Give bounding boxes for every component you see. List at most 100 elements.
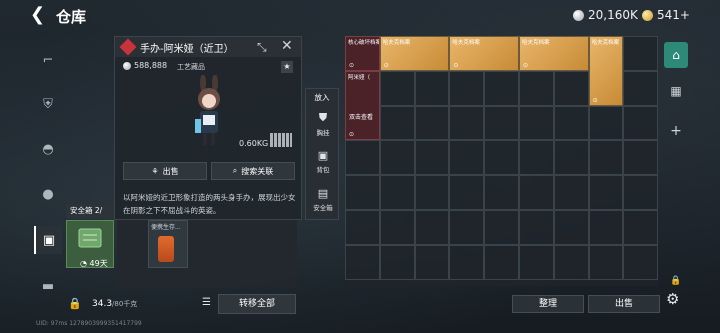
- add-tab-icon[interactable]: +: [664, 118, 688, 144]
- grid-cell[interactable]: [553, 140, 589, 176]
- grid-cell[interactable]: [484, 105, 519, 141]
- put-safebox-button[interactable]: ▤ 安全箱: [306, 187, 340, 212]
- grid-cell[interactable]: [588, 244, 624, 280]
- grid-cell[interactable]: [414, 70, 450, 106]
- grid-cell[interactable]: [449, 210, 485, 245]
- collapse-icon[interactable]: ⤡: [257, 40, 267, 55]
- put-in-title: 放入: [314, 93, 330, 102]
- tag-icon: ⊙: [349, 131, 355, 139]
- transfer-all-button[interactable]: 转移全部: [218, 294, 296, 314]
- grid-cell[interactable]: [379, 244, 415, 280]
- warehouse-item[interactable]: 哈夫克档案 ⊙: [379, 36, 450, 71]
- lock-icon: 🔒: [68, 297, 82, 310]
- item-name: 手办-阿米娅（近卫）: [140, 43, 234, 55]
- grid-cell[interactable]: [345, 244, 380, 280]
- grid-cell[interactable]: [484, 140, 519, 176]
- grid-cell[interactable]: [414, 210, 450, 245]
- safebox-timer: ◔ 49天: [80, 259, 108, 268]
- safebox-header: 安全箱 2/: [66, 204, 116, 218]
- helmet-icon[interactable]: ◓: [34, 135, 62, 163]
- tag-icon: ⊙: [453, 61, 459, 69]
- warehouse-item[interactable]: 核心破坏档案 ⊙: [345, 36, 380, 71]
- filter-tab-icon[interactable]: ▦: [664, 78, 688, 104]
- grid-cell[interactable]: [623, 70, 659, 106]
- gear-icon[interactable]: ⚙: [666, 290, 679, 308]
- grid-cell[interactable]: [449, 70, 485, 106]
- grid-cell[interactable]: [588, 210, 624, 245]
- grid-cell[interactable]: [623, 244, 659, 280]
- warehouse-sell-button[interactable]: 出售: [588, 295, 660, 313]
- grid-cell[interactable]: [588, 140, 624, 176]
- tag-icon: ⊙: [592, 96, 598, 104]
- favorite-star-icon[interactable]: ★: [281, 61, 293, 73]
- put-backpack-button[interactable]: ▣ 背包: [306, 149, 340, 174]
- item-price: 588,888: [123, 61, 167, 70]
- warehouse-tab-icon[interactable]: ⌂: [664, 42, 688, 68]
- grenade-icon[interactable]: ●: [34, 180, 62, 208]
- grid-cell[interactable]: [553, 175, 589, 210]
- grid-cell[interactable]: [449, 244, 485, 280]
- grid-cell[interactable]: [519, 210, 554, 245]
- warehouse-item[interactable]: 哈夫克档案 ⊙: [588, 36, 624, 106]
- grid-cell[interactable]: [553, 210, 589, 245]
- grid-cell[interactable]: [484, 210, 519, 245]
- safebox-title: 安全箱: [70, 206, 93, 215]
- grid-cell[interactable]: [519, 105, 554, 141]
- grid-cell[interactable]: [345, 175, 380, 210]
- grid-cell[interactable]: [414, 105, 450, 141]
- grid-cell[interactable]: [623, 140, 659, 176]
- category-rail: ⌐ ⛨ ◓ ● ▣ ▬: [34, 40, 62, 310]
- close-icon[interactable]: ✕: [281, 38, 293, 54]
- rarity-red-icon: [119, 38, 137, 56]
- grid-cell[interactable]: [379, 140, 415, 176]
- grid-cell[interactable]: [519, 70, 554, 106]
- grid-cell[interactable]: [345, 140, 380, 176]
- sell-button[interactable]: ⚘ 出售: [123, 162, 207, 180]
- grid-cell[interactable]: [623, 105, 659, 141]
- grid-cell[interactable]: [484, 244, 519, 280]
- grid-cell[interactable]: [519, 244, 554, 280]
- grid-cell[interactable]: [449, 105, 485, 141]
- grid-cell[interactable]: [379, 105, 415, 141]
- put-chest-rig-button[interactable]: ⛊ 胸挂: [306, 111, 340, 137]
- grid-cell[interactable]: [519, 175, 554, 210]
- item-description: 以阿米娅的近卫形象打造的两头身手办，展现出少女在阴影之下不屈战斗的英姿。: [123, 193, 296, 215]
- briefcase-icon[interactable]: ▬: [34, 272, 62, 300]
- grid-cell[interactable]: [623, 36, 659, 71]
- grid-cell[interactable]: [449, 140, 485, 176]
- warehouse-item[interactable]: 阿米娅（ 双击查看 ⊙: [345, 70, 380, 141]
- back-arrow-icon[interactable]: ❮: [30, 6, 48, 24]
- search-related-button[interactable]: ⌕ 搜索关联: [211, 162, 295, 180]
- sort-button[interactable]: 整理: [512, 295, 584, 313]
- grid-cell[interactable]: [623, 175, 659, 210]
- inventory-lower-panel: [117, 218, 297, 288]
- grid-cell[interactable]: [553, 105, 589, 141]
- grid-cell[interactable]: [553, 244, 589, 280]
- gold-currency[interactable]: 541+: [642, 8, 690, 22]
- item-weight: 0.60KG: [239, 139, 269, 148]
- grid-cell[interactable]: [414, 175, 450, 210]
- grid-cell[interactable]: [414, 244, 450, 280]
- warehouse-grid: 核心破坏档案 ⊙ 哈夫克档案 ⊙ 哈夫克档案 ⊙ 哈夫克档案 ⊙ 哈夫克档案 ⊙ 阿米娅（ 双击查看 ⊙: [345, 36, 659, 286]
- backpack-icon[interactable]: ▣: [34, 226, 62, 254]
- vest-icon[interactable]: ⛨: [34, 90, 62, 118]
- grid-cell[interactable]: [379, 175, 415, 210]
- grid-cell[interactable]: [345, 210, 380, 245]
- grid-cell[interactable]: [379, 210, 415, 245]
- grid-cell[interactable]: [379, 70, 415, 106]
- hand-coin-icon: ⚘: [151, 166, 159, 176]
- grid-cell[interactable]: [484, 175, 519, 210]
- grid-cell[interactable]: [449, 175, 485, 210]
- grid-cell[interactable]: [588, 175, 624, 210]
- warehouse-item[interactable]: 哈夫克档案 ⊙: [449, 36, 519, 71]
- grid-cell[interactable]: [414, 140, 450, 176]
- grid-cell[interactable]: [484, 70, 519, 106]
- grid-cell[interactable]: [553, 70, 589, 106]
- warehouse-item[interactable]: 哈夫克档案 ⊙: [519, 36, 589, 71]
- grid-cell[interactable]: [519, 140, 554, 176]
- rifle-icon[interactable]: ⌐: [34, 46, 62, 74]
- silver-currency: 20,160K: [573, 8, 638, 22]
- grid-cell[interactable]: [588, 105, 624, 141]
- grid-cell[interactable]: [623, 210, 659, 245]
- list-icon[interactable]: ☰: [202, 297, 211, 308]
